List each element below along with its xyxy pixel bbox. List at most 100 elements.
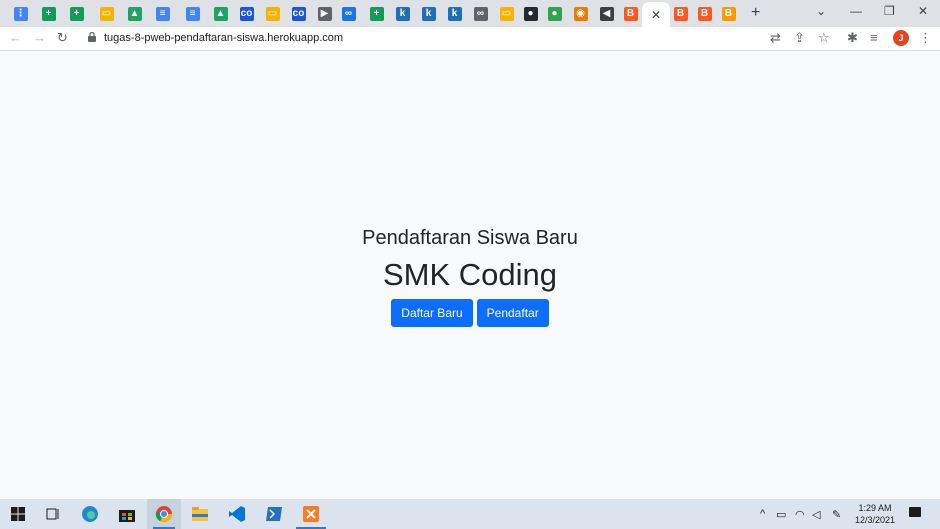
tab-6[interactable]: ≡: [150, 2, 175, 26]
tab-22[interactable]: ◉: [568, 2, 593, 26]
blogger-icon: B: [673, 7, 688, 21]
tab-4[interactable]: ▭: [94, 2, 119, 26]
pen-icon[interactable]: ✎: [832, 508, 841, 521]
tab-3[interactable]: +: [64, 2, 89, 26]
xampp-icon[interactable]: [300, 503, 322, 525]
tab-8[interactable]: ▲: [208, 2, 233, 26]
tab-20[interactable]: ●: [518, 2, 543, 26]
url-text: tugas-8-pweb-pendaftaran-siswa.herokuapp…: [104, 32, 344, 44]
new-tab-button[interactable]: +: [751, 4, 760, 22]
address-bar[interactable]: tugas-8-pweb-pendaftaran-siswa.herokuapp…: [81, 28, 836, 50]
drive-icon: ▲: [213, 7, 228, 21]
slides-icon: ▭: [99, 7, 114, 21]
share-icon[interactable]: ⇪: [794, 30, 805, 46]
blogger-icon: B: [623, 7, 638, 21]
tab-23[interactable]: ◀: [594, 2, 619, 26]
daftar-baru-button[interactable]: Daftar Baru: [391, 299, 473, 327]
tab-1[interactable]: ⋮: [8, 2, 33, 26]
tab-24[interactable]: B: [618, 2, 643, 26]
sheets-icon: +: [369, 7, 384, 21]
notifications-icon[interactable]: [909, 507, 921, 517]
back-icon[interactable]: ←: [9, 30, 22, 45]
play-icon: ▶: [317, 7, 332, 21]
tab-7[interactable]: ≡: [180, 2, 205, 26]
k-icon: k: [395, 7, 410, 21]
drive-icon: ▲: [127, 7, 142, 21]
minimize-icon[interactable]: —: [850, 4, 862, 18]
file-explorer-icon[interactable]: [189, 503, 211, 525]
slides-icon: ▭: [499, 7, 514, 21]
infinity-icon: ∞: [341, 7, 356, 21]
tab-14[interactable]: +: [364, 2, 389, 26]
page-subtitle: Pendaftaran Siswa Baru: [362, 227, 578, 249]
sheets-icon: +: [41, 7, 56, 21]
chrome-icon[interactable]: [147, 499, 181, 529]
page-content: Pendaftaran Siswa Baru SMK Coding Daftar…: [0, 52, 940, 499]
system-clock[interactable]: 1:29 AM 12/3/2021: [846, 502, 904, 526]
show-hidden-icons[interactable]: ^: [760, 508, 765, 520]
powershell-icon[interactable]: [263, 503, 285, 525]
extensions-icon[interactable]: ✱: [847, 30, 858, 46]
pendaftar-button[interactable]: Pendaftar: [476, 299, 549, 327]
active-tab[interactable]: ✕: [642, 2, 670, 27]
volume-icon[interactable]: ◁: [812, 508, 820, 521]
tab-27[interactable]: B: [716, 2, 741, 26]
tab-26[interactable]: B: [692, 2, 717, 26]
github-icon: ●: [523, 7, 538, 21]
tab-9[interactable]: co: [234, 2, 259, 26]
docs-icon: ≡: [185, 7, 200, 21]
battery-icon[interactable]: ▭: [776, 508, 786, 521]
tab-15[interactable]: k: [390, 2, 415, 26]
tab-18[interactable]: ∞: [468, 2, 493, 26]
edge-icon[interactable]: [79, 503, 101, 525]
tab-11[interactable]: co: [286, 2, 311, 26]
tab-19[interactable]: ▭: [494, 2, 519, 26]
bookmark-star-icon[interactable]: ☆: [818, 30, 830, 46]
wifi-icon[interactable]: ◠: [795, 508, 805, 521]
lock-icon: [88, 32, 96, 42]
tab-5[interactable]: ▲: [122, 2, 147, 26]
button-group: Daftar Baru Pendaftar: [0, 299, 940, 327]
tab-12[interactable]: ▶: [312, 2, 337, 26]
colab-icon: co: [239, 7, 254, 21]
tab-25[interactable]: B: [668, 2, 693, 26]
tab-17[interactable]: k: [442, 2, 467, 26]
menu-icon[interactable]: ⋮: [919, 30, 932, 46]
blender-icon: ◉: [573, 7, 588, 21]
vscode-icon[interactable]: [226, 503, 248, 525]
task-view-icon[interactable]: [42, 503, 64, 525]
hierarchy-icon: ⋮: [13, 7, 28, 21]
k-icon: k: [447, 7, 462, 21]
media-control-icon[interactable]: ≡: [870, 30, 878, 45]
tab-2[interactable]: +: [36, 2, 61, 26]
colab-icon: co: [291, 7, 306, 21]
restore-icon[interactable]: ❐: [884, 4, 895, 18]
tab-21[interactable]: ●: [542, 2, 567, 26]
clock-time: 1:29 AM: [858, 503, 892, 513]
link-icon: ∞: [473, 7, 488, 21]
slides-icon: ▭: [265, 7, 280, 21]
tab-16[interactable]: k: [416, 2, 441, 26]
tab-10[interactable]: ▭: [260, 2, 285, 26]
tab-strip: ⋮ + + ▭ ▲ ≡ ≡ ▲ co ▭ co ▶ ∞ + k k k ∞ ▭ ● ● ◉ ◀ B B B B ✕ + ⌄ — ❐ …: [0, 0, 940, 27]
close-tab-icon[interactable]: ✕: [651, 8, 661, 22]
close-window-icon[interactable]: ✕: [918, 4, 928, 18]
tab-search-icon[interactable]: ⌄: [816, 4, 826, 18]
github-icon: ●: [547, 7, 562, 21]
blogger-icon: B: [697, 7, 712, 21]
store-icon[interactable]: [116, 503, 138, 525]
tab-13[interactable]: ∞: [336, 2, 361, 26]
docs-icon: ≡: [155, 7, 170, 21]
profile-avatar[interactable]: J: [893, 30, 909, 46]
taskbar: ^ ▭ ◠ ◁ ✎ 1:29 AM 12/3/2021: [0, 499, 940, 529]
windows-start-icon[interactable]: [7, 503, 29, 525]
forward-icon[interactable]: →: [33, 30, 46, 45]
k-icon: k: [421, 7, 436, 21]
audio-icon: ◀: [599, 7, 614, 21]
translate-icon[interactable]: ⇄: [770, 30, 781, 46]
page-title: SMK Coding: [382, 257, 558, 292]
browser-toolbar: ← → ↻ tugas-8-pweb-pendaftaran-siswa.her…: [0, 27, 940, 51]
sheets-icon: +: [69, 7, 84, 21]
reload-icon[interactable]: ↻: [57, 30, 68, 46]
blogger-icon: B: [721, 7, 736, 21]
